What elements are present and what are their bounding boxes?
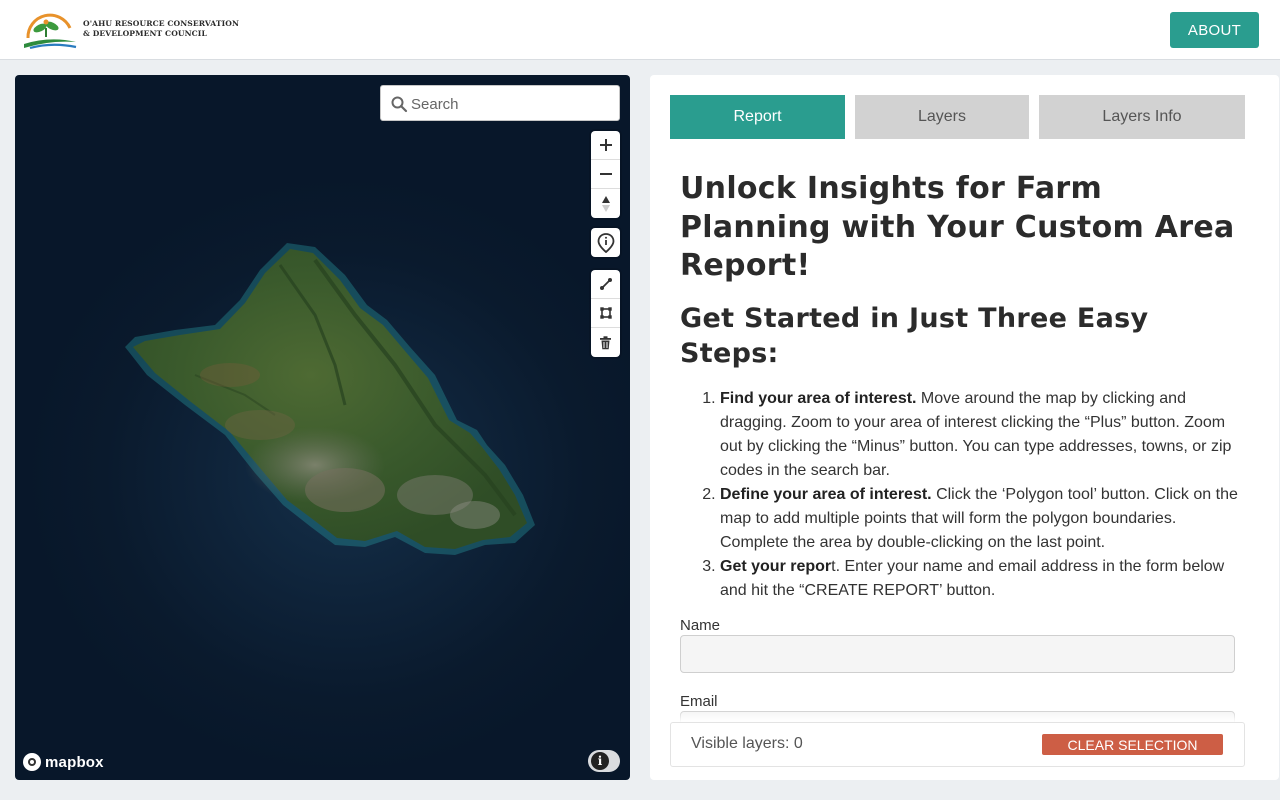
tab-layers[interactable]: Layers [855, 95, 1029, 139]
step-1-heading: Find your area of interest. [720, 389, 917, 407]
app-header: O'AHU RESOURCE CONSERVATION & DEVELOPMEN… [0, 0, 1280, 60]
identify-button[interactable] [591, 228, 620, 257]
report-panel: Report Layers Layers Info Unlock Insight… [650, 75, 1279, 780]
mapbox-wordmark: mapbox [45, 753, 104, 771]
steps-list: Find your area of interest. Move around … [720, 387, 1240, 603]
panel-footer: Visible layers: 0 CLEAR SELECTION [670, 722, 1245, 767]
step-item: Get your report. Enter your name and ema… [720, 555, 1240, 603]
plus-icon [599, 139, 612, 151]
step-item: Define your area of interest. Click the … [720, 483, 1240, 555]
logo-emblem-icon [24, 13, 77, 50]
name-field[interactable] [680, 635, 1235, 673]
delete-shape-button[interactable] [591, 328, 620, 357]
clear-selection-button[interactable]: CLEAR SELECTION [1042, 734, 1223, 755]
visible-layers-count: Visible layers: 0 [691, 735, 803, 752]
step-item: Find your area of interest. Move around … [720, 387, 1240, 483]
tab-report[interactable]: Report [670, 95, 845, 139]
trash-icon [600, 335, 611, 349]
minus-icon [599, 173, 612, 175]
compass-icon [601, 195, 610, 212]
email-label: Email [680, 693, 718, 710]
about-button[interactable]: ABOUT [1170, 12, 1259, 48]
mapbox-icon [23, 753, 41, 771]
reset-bearing-button[interactable] [591, 189, 620, 218]
logo-line-2: & DEVELOPMENT COUNCIL [83, 29, 207, 38]
draw-controls [591, 270, 620, 357]
zoom-out-button[interactable] [591, 160, 620, 189]
line-tool-button[interactable] [591, 270, 620, 299]
zoom-in-button[interactable] [591, 131, 620, 160]
mapbox-logo[interactable]: mapbox [23, 752, 104, 772]
map-search[interactable] [380, 85, 620, 121]
zoom-controls [591, 131, 620, 218]
step-3-heading: Get your repor [720, 557, 832, 575]
search-input[interactable] [411, 92, 611, 116]
info-control [591, 228, 620, 257]
logo-line-1: O'AHU RESOURCE CONSERVATION [83, 19, 240, 28]
name-label: Name [680, 617, 721, 634]
polygon-tool-button[interactable] [591, 299, 620, 328]
report-content: Unlock Insights for Farm Planning with Y… [680, 170, 1240, 603]
step-2-heading: Define your area of interest. [720, 485, 932, 503]
line-tool-icon [599, 278, 612, 290]
report-title: Unlock Insights for Farm Planning with Y… [680, 171, 1235, 283]
info-icon: i [591, 752, 609, 770]
report-subtitle: Get Started in Just Three Easy Steps: [680, 302, 1149, 369]
oahu-island-satellite [125, 243, 535, 555]
info-pin-icon [597, 232, 614, 253]
tab-layers-info[interactable]: Layers Info [1039, 95, 1245, 139]
polygon-tool-icon [599, 307, 612, 319]
map-canvas[interactable]: mapbox i [15, 75, 630, 780]
attribution-toggle[interactable]: i [588, 750, 620, 772]
search-icon [391, 96, 408, 113]
logo-text: O'AHU RESOURCE CONSERVATION & DEVELOPMEN… [83, 19, 239, 39]
oahu-rcd-logo[interactable]: O'AHU RESOURCE CONSERVATION & DEVELOPMEN… [20, 8, 239, 52]
